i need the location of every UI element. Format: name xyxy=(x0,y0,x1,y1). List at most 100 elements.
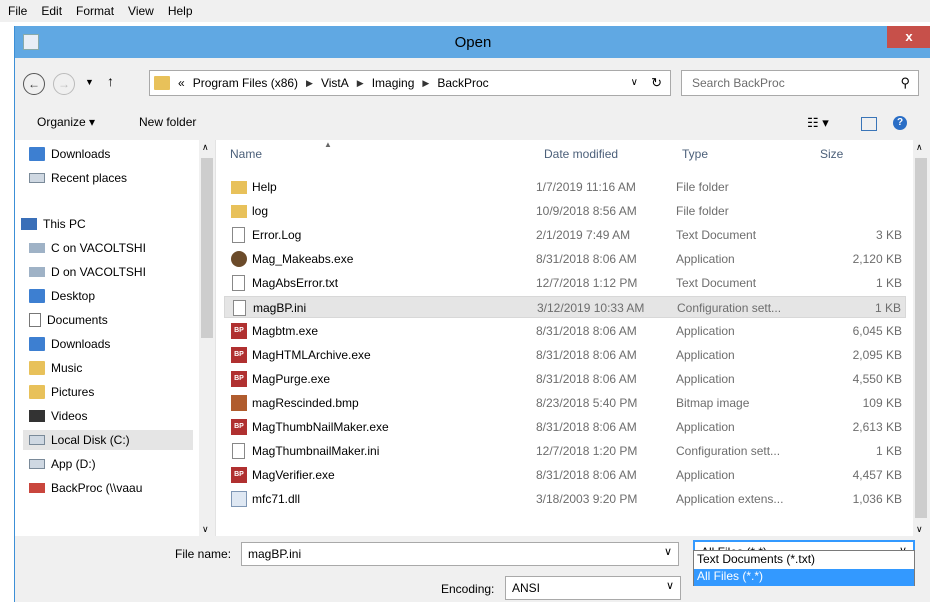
videos-icon xyxy=(29,410,45,422)
breadcrumb-overflow[interactable]: « xyxy=(178,76,185,90)
table-row[interactable]: BP MagThumbNailMaker.exe 8/31/2018 8:06 AM… xyxy=(224,416,906,438)
search-icon[interactable]: ⚲ xyxy=(900,75,910,91)
table-row[interactable]: BP MagHTMLArchive.exe 8/31/2018 8:06 AM App… xyxy=(224,344,906,366)
file-date: 12/7/2018 1:20 PM xyxy=(536,444,638,458)
column-date-modified[interactable]: Date modified xyxy=(544,140,618,168)
sidebar-item-documents[interactable]: Documents xyxy=(29,310,195,330)
column-size[interactable]: Size xyxy=(820,140,843,168)
table-row[interactable]: Mag_Makeabs.exe 8/31/2018 8:06 AM Applicat… xyxy=(224,248,906,270)
file-date: 1/7/2019 11:16 AM xyxy=(536,180,636,194)
file-type: Configuration sett... xyxy=(677,301,782,315)
option-all-files[interactable]: All Files (*.*) xyxy=(694,569,914,586)
help-icon[interactable]: ? xyxy=(893,116,907,130)
file-name: Mag_Makeabs.exe xyxy=(252,252,354,266)
table-row[interactable]: MagAbsError.txt 12/7/2018 1:12 PM Text Doc… xyxy=(224,272,906,294)
text-document-icon xyxy=(232,275,245,291)
breadcrumb-separator-icon[interactable]: ▶ xyxy=(357,78,364,89)
sidebar-item-pictures[interactable]: Pictures xyxy=(29,382,195,402)
sidebar-item-music[interactable]: Music xyxy=(29,358,195,378)
disconnected-drive-icon xyxy=(29,483,45,493)
option-text-documents[interactable]: Text Documents (*.txt) xyxy=(694,552,914,569)
sidebar-item-downloads[interactable]: Downloads xyxy=(29,144,195,164)
menu-help[interactable]: Help xyxy=(160,4,199,18)
file-list-scrollbar[interactable]: ∧ ∨ xyxy=(913,140,929,536)
file-type: Application xyxy=(676,372,735,386)
sidebar-item-videos[interactable]: Videos xyxy=(29,406,195,426)
table-row[interactable]: BP MagVerifier.exe 8/31/2018 8:06 AM Applic… xyxy=(224,464,906,486)
breadcrumb-separator-icon[interactable]: ▶ xyxy=(306,78,313,89)
sidebar-item-label: Recent places xyxy=(51,171,128,185)
menu-edit[interactable]: Edit xyxy=(33,4,68,18)
table-row[interactable]: MagThumbnailMaker.ini 12/7/2018 1:20 PM Co… xyxy=(224,440,906,462)
file-size: 109 KB xyxy=(862,396,902,410)
config-file-icon xyxy=(233,300,246,316)
sidebar-item-c-network[interactable]: C on VACOLTSHI xyxy=(29,238,195,258)
application-icon: BP xyxy=(231,323,247,339)
sidebar-item-desktop[interactable]: Desktop xyxy=(29,286,195,306)
menu-file[interactable]: File xyxy=(0,4,33,18)
chevron-down-icon[interactable]: ∨ xyxy=(666,579,674,592)
breadcrumb-backproc[interactable]: BackProc xyxy=(437,76,488,90)
sidebar-item-label: Local Disk (C:) xyxy=(51,433,130,447)
table-row-selected[interactable]: magBP.ini 3/12/2019 10:33 AM Configuration… xyxy=(224,296,906,318)
file-name: MagThumbnailMaker.ini xyxy=(252,444,380,458)
scroll-thumb[interactable] xyxy=(915,158,927,518)
file-type-dropdown: Text Documents (*.txt) All Files (*.*) xyxy=(693,550,915,586)
file-name: MagVerifier.exe xyxy=(252,468,335,482)
table-row[interactable]: log 10/9/2018 8:56 AM File folder xyxy=(224,200,906,222)
address-dropdown-icon[interactable]: ∨ xyxy=(631,77,638,88)
scroll-up-icon[interactable]: ∧ xyxy=(916,142,923,153)
file-date: 12/7/2018 1:12 PM xyxy=(536,276,638,290)
table-row[interactable]: BP Magbtm.exe 8/31/2018 8:06 AM Application… xyxy=(224,320,906,342)
table-row[interactable]: mfc71.dll 3/18/2003 9:20 PM Application ex… xyxy=(224,488,906,510)
file-date: 8/31/2018 8:06 AM xyxy=(536,372,637,386)
close-button[interactable]: x xyxy=(887,26,930,48)
column-name[interactable]: Name xyxy=(230,140,262,168)
file-size: 2,613 KB xyxy=(852,420,902,434)
new-folder-button[interactable]: New folder xyxy=(139,115,196,129)
chevron-down-icon[interactable]: ∨ xyxy=(664,545,672,558)
scroll-down-icon[interactable]: ∨ xyxy=(916,524,923,535)
file-type: Configuration sett... xyxy=(676,444,781,458)
search-input[interactable]: Search BackProc ⚲ xyxy=(681,70,919,96)
organize-button[interactable]: Organize ▾ xyxy=(37,115,95,129)
recent-locations-icon[interactable]: ▼ xyxy=(85,77,94,87)
file-type: Application xyxy=(676,420,735,434)
file-type: Application xyxy=(676,324,735,338)
scroll-up-icon[interactable]: ∧ xyxy=(202,142,209,153)
back-icon[interactable]: ← xyxy=(23,73,45,95)
file-name-input[interactable]: magBP.ini ∨ xyxy=(241,542,679,566)
menu-format[interactable]: Format xyxy=(68,4,120,18)
file-name: log xyxy=(252,204,269,218)
scroll-down-icon[interactable]: ∨ xyxy=(202,524,209,535)
preview-pane-icon[interactable] xyxy=(861,117,877,131)
sidebar-item-recent-places[interactable]: Recent places xyxy=(29,168,195,188)
encoding-select[interactable]: ANSI ∨ xyxy=(505,576,681,600)
up-icon[interactable]: ↑ xyxy=(107,73,114,89)
table-row[interactable]: magRescinded.bmp 8/23/2018 5:40 PM Bitmap … xyxy=(224,392,906,414)
sidebar-item-this-pc[interactable]: This PC xyxy=(21,214,187,234)
view-options-icon[interactable]: ☷ ▾ xyxy=(807,115,829,131)
scroll-thumb[interactable] xyxy=(201,158,213,338)
sidebar-scrollbar[interactable]: ∧ ∨ xyxy=(199,140,215,536)
sidebar-item-backproc[interactable]: BackProc (\\vaau xyxy=(29,478,195,498)
sidebar-item-app-drive[interactable]: App (D:) xyxy=(29,454,195,474)
breadcrumb-program-files[interactable]: Program Files (x86) xyxy=(193,76,298,90)
table-row[interactable]: BP MagPurge.exe 8/31/2018 8:06 AM Applicati… xyxy=(224,368,906,390)
address-bar[interactable]: « Program Files (x86) ▶ VistA ▶ Imaging … xyxy=(149,70,671,96)
forward-icon[interactable]: → xyxy=(53,73,75,95)
breadcrumb-imaging[interactable]: Imaging xyxy=(372,76,415,90)
file-date: 2/1/2019 7:49 AM xyxy=(536,228,631,242)
file-size: 1 KB xyxy=(875,276,902,290)
file-size: 3 KB xyxy=(875,228,902,242)
refresh-icon[interactable]: ↻ xyxy=(651,75,662,91)
breadcrumb-vista[interactable]: VistA xyxy=(321,76,349,90)
table-row[interactable]: Error.Log 2/1/2019 7:49 AM Text Document 3 … xyxy=(224,224,906,246)
breadcrumb-separator-icon[interactable]: ▶ xyxy=(422,78,429,89)
sidebar-item-downloads-2[interactable]: Downloads xyxy=(29,334,195,354)
column-type[interactable]: Type xyxy=(682,140,708,168)
sidebar-item-d-network[interactable]: D on VACOLTSHI xyxy=(29,262,195,282)
sidebar-item-local-disk[interactable]: Local Disk (C:) xyxy=(23,430,193,450)
table-row[interactable]: Help 1/7/2019 11:16 AM File folder xyxy=(224,176,906,198)
menu-view[interactable]: View xyxy=(120,4,160,18)
